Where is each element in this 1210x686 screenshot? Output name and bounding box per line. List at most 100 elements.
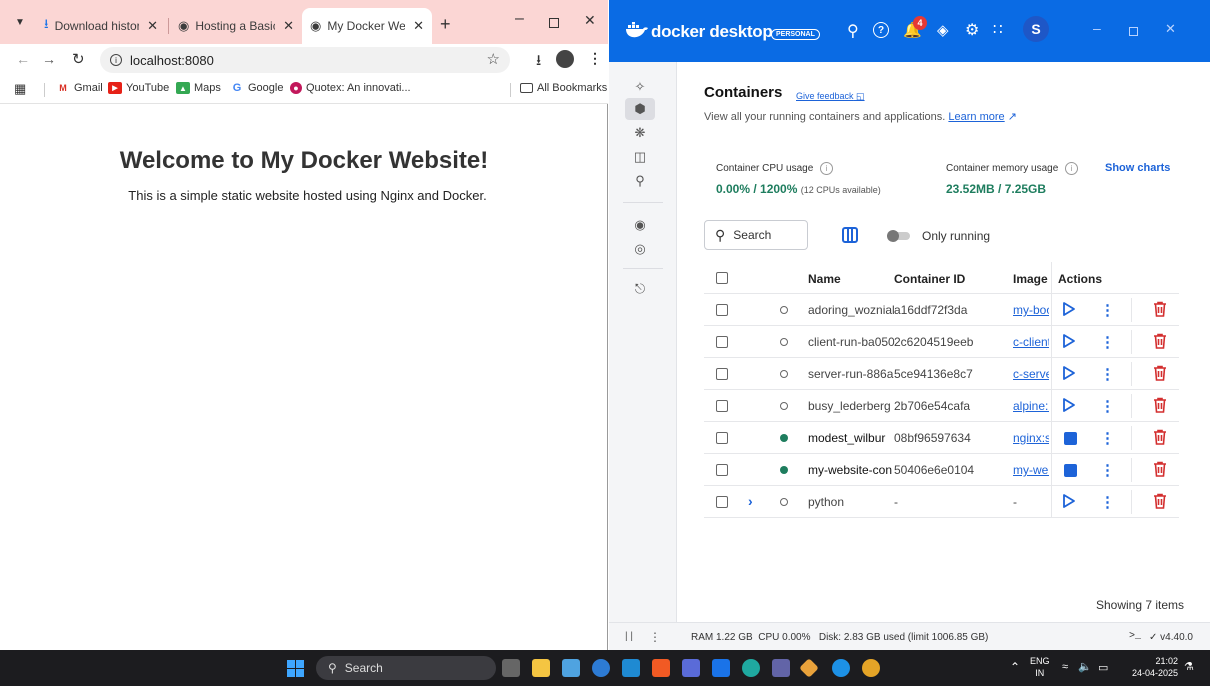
container-image-link[interactable]: my-web	[1013, 463, 1049, 477]
more-actions-icon[interactable]: ⋮	[1100, 365, 1115, 383]
close-tab-icon[interactable]: ✕	[283, 18, 294, 34]
more-actions-icon[interactable]: ⋮	[1100, 333, 1115, 351]
show-charts-button[interactable]: Show charts	[1105, 162, 1170, 174]
extensions-grid-icon[interactable]: ∷	[993, 20, 1003, 38]
close-tab-icon[interactable]: ✕	[413, 18, 424, 34]
terminal-icon[interactable]: >_	[1129, 631, 1141, 642]
container-name[interactable]: adoring_woznial	[808, 303, 901, 317]
apps-grid-icon[interactable]: ▦	[14, 81, 26, 97]
row-checkbox[interactable]	[716, 432, 728, 444]
stop-button[interactable]	[1064, 432, 1077, 445]
table-row[interactable]: modest_wilbur08bf96597634 nginx:st ⋮	[704, 422, 1179, 454]
taskbar-search[interactable]: ⚲ Search	[316, 656, 496, 680]
url-text[interactable]: localhost:8080	[130, 53, 214, 68]
clock[interactable]: 21:02 24-04-2025	[1124, 655, 1178, 679]
help-icon[interactable]: ?	[873, 22, 889, 38]
select-all-checkbox[interactable]	[716, 272, 728, 284]
container-name[interactable]: client-run-ba050	[808, 335, 901, 349]
task-view-icon[interactable]	[502, 659, 520, 677]
tray-overflow-icon[interactable]: ⌃	[1010, 660, 1020, 674]
back-icon[interactable]: ←	[16, 51, 30, 67]
more-actions-icon[interactable]: ⋮	[1100, 493, 1115, 511]
app-icon[interactable]	[682, 659, 700, 677]
column-image[interactable]: Image	[1013, 272, 1048, 286]
sidebar-ask-gordon-icon[interactable]: ✧	[625, 76, 655, 98]
delete-icon[interactable]	[1153, 365, 1167, 381]
file-explorer-icon[interactable]	[532, 659, 550, 677]
start-button[interactable]	[1062, 333, 1076, 349]
bookmark-youtube[interactable]: ▶ YouTube	[108, 82, 169, 94]
sidebar-containers-icon[interactable]: ⬢	[625, 98, 655, 120]
language-indicator[interactable]: ENG IN	[1030, 655, 1050, 679]
sidebar-volumes-icon[interactable]: ◫	[625, 146, 655, 168]
table-row[interactable]: adoring_wozniala16ddf72f3da my-boot ⋮	[704, 294, 1179, 326]
docker-icon[interactable]	[832, 659, 850, 677]
mail-icon[interactable]	[712, 659, 730, 677]
start-button[interactable]	[1062, 365, 1076, 381]
table-row[interactable]: busy_lederberg2b706e54cafa alpine:la ⋮	[704, 390, 1179, 422]
stop-button[interactable]	[1064, 464, 1077, 477]
column-container-id[interactable]: Container ID	[894, 272, 965, 286]
engine-paused-icon[interactable]: | |	[625, 631, 633, 642]
user-avatar[interactable]: S	[1023, 16, 1049, 42]
more-actions-icon[interactable]: ⋮	[1100, 461, 1115, 479]
delete-icon[interactable]	[1153, 333, 1167, 349]
row-checkbox[interactable]	[716, 336, 728, 348]
bookmark-maps[interactable]: ▲ Maps	[176, 82, 221, 94]
sidebar-extensions-icon[interactable]: ⎋	[625, 278, 655, 300]
volume-icon[interactable]: 🔈	[1078, 660, 1092, 673]
container-image-link[interactable]: c-client	[1013, 335, 1049, 349]
container-name[interactable]: my-website-con	[808, 463, 901, 477]
start-button[interactable]	[1062, 301, 1076, 317]
info-icon[interactable]: i	[1065, 162, 1079, 175]
delete-icon[interactable]	[1153, 493, 1167, 509]
row-checkbox[interactable]	[716, 496, 728, 508]
container-name[interactable]: python	[808, 495, 901, 509]
delete-icon[interactable]	[1153, 429, 1167, 445]
more-actions-icon[interactable]: ⋮	[1100, 397, 1115, 415]
edge-icon[interactable]	[742, 659, 760, 677]
give-feedback-link[interactable]: Give feedback ◱	[796, 91, 865, 102]
git-icon[interactable]	[799, 658, 819, 678]
app-icon[interactable]	[592, 659, 610, 677]
forward-icon[interactable]: →	[42, 51, 56, 67]
bookmark-gmail[interactable]: M Gmail	[56, 82, 102, 94]
row-checkbox[interactable]	[716, 368, 728, 380]
menu-kebab-icon[interactable]: ⋮	[588, 50, 602, 67]
info-icon[interactable]: i	[820, 162, 834, 175]
search-icon[interactable]: ⚲	[847, 21, 859, 41]
all-bookmarks[interactable]: All Bookmarks	[520, 82, 607, 94]
row-checkbox[interactable]	[716, 464, 728, 476]
vscode-icon[interactable]	[622, 659, 640, 677]
container-image-link[interactable]: c-server	[1013, 367, 1049, 381]
notepad-icon[interactable]	[562, 659, 580, 677]
profile-avatar[interactable]	[556, 50, 574, 68]
column-name[interactable]: Name	[808, 272, 841, 286]
chrome-icon[interactable]	[862, 659, 880, 677]
notification-center-icon[interactable]: ⚗	[1184, 660, 1194, 673]
teams-icon[interactable]	[772, 659, 790, 677]
more-actions-icon[interactable]: ⋮	[1100, 301, 1115, 319]
sidebar-builds-icon[interactable]: ⚲	[625, 170, 655, 192]
close-window-button[interactable]: ✕	[1165, 21, 1176, 37]
close-tab-icon[interactable]: ✕	[147, 18, 158, 34]
more-menu-icon[interactable]: ⋮	[649, 630, 661, 644]
minimize-button[interactable]: –	[1093, 20, 1101, 36]
container-name[interactable]: modest_wilbur	[808, 431, 901, 445]
delete-icon[interactable]	[1153, 397, 1167, 413]
tab-download-history[interactable]: ⭳ Download history ✕	[36, 8, 166, 44]
container-image-link[interactable]: alpine:la	[1013, 399, 1049, 413]
start-button[interactable]	[1062, 397, 1076, 413]
container-image-link[interactable]: nginx:st	[1013, 431, 1049, 445]
downloads-icon[interactable]: ⭳	[536, 50, 541, 75]
delete-icon[interactable]	[1153, 461, 1167, 477]
brave-icon[interactable]	[652, 659, 670, 677]
tab-hosting[interactable]: ◉ Hosting a Basic W ✕	[170, 8, 302, 44]
settings-gear-icon[interactable]: ⚙	[965, 20, 979, 40]
table-row[interactable]: server-run-886a5ce94136e8c7 c-server ⋮	[704, 358, 1179, 390]
learning-center-icon[interactable]: ◈	[937, 21, 949, 39]
columns-toggle-icon[interactable]	[842, 227, 858, 243]
sidebar-docker-hub-icon[interactable]: ◉	[625, 214, 655, 236]
reload-icon[interactable]: ↻	[72, 50, 85, 68]
bookmark-quotex[interactable]: ● Quotex: An innovati...	[290, 82, 411, 94]
